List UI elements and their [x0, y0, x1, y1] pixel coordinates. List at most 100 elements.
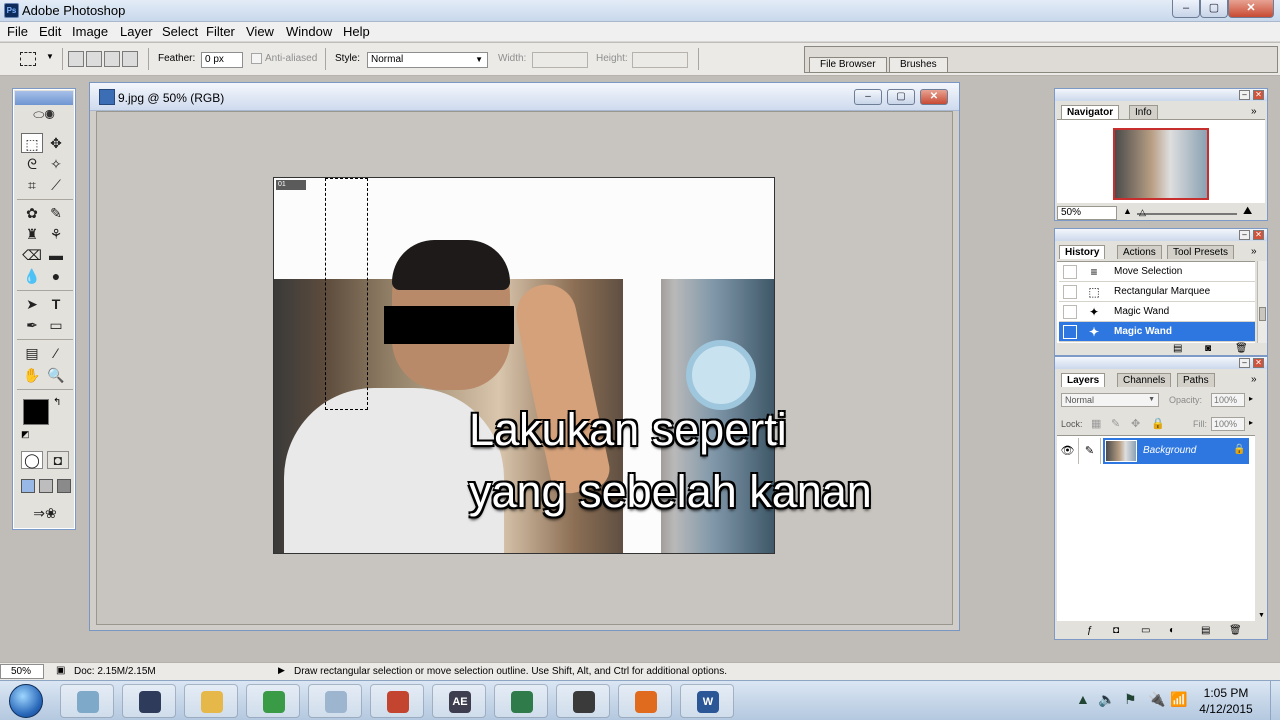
taskbar-app-calculator[interactable]	[308, 684, 362, 718]
standard-mode-icon[interactable]: ◯	[21, 451, 43, 469]
style-select[interactable]: Normal ▼	[367, 52, 488, 68]
restore-button[interactable]: ▢	[1200, 0, 1228, 18]
zoom-slider[interactable]	[1137, 213, 1237, 215]
hand-tool-icon[interactable]: ✋	[21, 365, 43, 385]
palette-close-button[interactable]: ✕	[1253, 230, 1264, 240]
trash-icon[interactable]: 🗑	[1229, 625, 1242, 636]
history-row[interactable]: ≡ Move Selection	[1059, 262, 1255, 282]
tab-history[interactable]: History	[1059, 245, 1106, 259]
foreground-color-swatch[interactable]	[23, 399, 49, 425]
history-snapshot-box[interactable]	[1063, 325, 1077, 339]
document-minimize-button[interactable]: –	[854, 89, 882, 105]
pen-tool-icon[interactable]: ✒	[21, 315, 43, 335]
shape-tool-icon[interactable]: ▭	[45, 315, 67, 335]
zoom-slider-thumb-icon[interactable]: △	[1139, 207, 1146, 218]
marquee-tool-icon[interactable]: ⬚	[21, 133, 43, 153]
anti-aliased-checkbox[interactable]	[251, 53, 262, 64]
history-snapshot-box[interactable]	[1063, 285, 1077, 299]
taskbar-app-chrome[interactable]	[246, 684, 300, 718]
zoom-in-icon[interactable]: ⛰	[1243, 205, 1252, 218]
minimize-button[interactable]: –	[1172, 0, 1200, 18]
default-colors-icon[interactable]: ◩	[21, 429, 30, 440]
type-tool-icon[interactable]: T	[45, 294, 67, 314]
zoom-tool-icon[interactable]: 🔍	[45, 365, 67, 385]
document-restore-button[interactable]: ▢	[887, 89, 915, 105]
taskbar-app-publisher[interactable]	[494, 684, 548, 718]
navigator-thumbnail[interactable]	[1113, 128, 1209, 200]
menu-view[interactable]: View	[246, 24, 274, 39]
taskbar-app-word[interactable]: W	[680, 684, 734, 718]
chevron-down-icon[interactable]: ▼	[46, 52, 54, 61]
eyedropper-tool-icon[interactable]: ⁄	[45, 343, 67, 363]
history-list[interactable]: ≡ Move Selection ⬚ Rectangular Marquee ✦…	[1057, 261, 1255, 343]
close-button[interactable]: ✕	[1228, 0, 1274, 18]
height-input[interactable]	[632, 52, 688, 68]
history-row-selected[interactable]: ✦ Magic Wand	[1059, 322, 1255, 342]
chevron-right-icon[interactable]: ▸	[1249, 394, 1253, 403]
eye-icon[interactable]: 👁	[1057, 438, 1079, 464]
taskbar-app-aftereffects[interactable]: AE	[432, 684, 486, 718]
action-center-icon[interactable]: ⚑	[1124, 691, 1137, 708]
fill-input[interactable]: 100%	[1211, 417, 1245, 431]
scrollbar-thumb[interactable]	[1259, 307, 1266, 321]
healing-brush-icon[interactable]: ✿	[21, 203, 43, 223]
layer-row-selected[interactable]: Background 🔒	[1103, 438, 1249, 464]
slice-tool-icon[interactable]: ⟋	[45, 175, 67, 195]
history-scrollbar[interactable]	[1257, 261, 1267, 343]
tab-actions[interactable]: Actions	[1117, 245, 1162, 259]
tab-navigator[interactable]: Navigator	[1061, 105, 1120, 119]
tab-info[interactable]: Info	[1129, 105, 1158, 119]
layer-style-icon[interactable]: ƒ	[1087, 625, 1093, 636]
quick-mask-icon[interactable]: ◘	[47, 451, 69, 469]
history-snapshot-box[interactable]	[1063, 305, 1077, 319]
lock-paint-icon[interactable]: ✎	[1111, 417, 1120, 430]
document-info-icon[interactable]: ▣	[56, 665, 65, 676]
path-selection-icon[interactable]: ➤	[21, 294, 43, 314]
subtract-selection-icon[interactable]	[104, 51, 120, 67]
new-snapshot-icon[interactable]: ◙	[1205, 343, 1211, 354]
eraser-tool-icon[interactable]: ⌫	[21, 245, 43, 265]
palette-minimize-button[interactable]: –	[1239, 90, 1250, 100]
dodge-tool-icon[interactable]: ●	[45, 266, 67, 286]
taskbar-app-explorer[interactable]	[184, 684, 238, 718]
screen-mode-full-icon[interactable]	[57, 479, 71, 493]
palette-header[interactable]	[1055, 229, 1267, 241]
gradient-tool-icon[interactable]: ▬	[45, 245, 67, 265]
palette-minimize-button[interactable]: –	[1239, 230, 1250, 240]
tab-tool-presets[interactable]: Tool Presets	[1167, 245, 1235, 259]
palette-menu-icon[interactable]: »	[1251, 106, 1257, 117]
adobe-online-icon[interactable]: ⬭◉	[19, 107, 69, 125]
volume-icon[interactable]: 🔈	[1098, 691, 1115, 708]
history-row[interactable]: ✦ Magic Wand	[1059, 302, 1255, 322]
taskbar-app-book[interactable]	[370, 684, 424, 718]
history-snapshot-box[interactable]	[1063, 265, 1077, 279]
taskbar-app-media[interactable]	[122, 684, 176, 718]
layer-mask-icon[interactable]: ◘	[1113, 625, 1119, 636]
palette-close-button[interactable]: ✕	[1253, 358, 1264, 368]
layer-name[interactable]: Background	[1143, 445, 1196, 456]
menu-layer[interactable]: Layer	[120, 24, 153, 39]
history-brush-icon[interactable]: ⚘	[45, 224, 67, 244]
opacity-input[interactable]: 100%	[1211, 393, 1245, 407]
scroll-down-icon[interactable]: ▼	[1258, 612, 1265, 619]
tab-layers[interactable]: Layers	[1061, 373, 1106, 387]
add-selection-icon[interactable]	[86, 51, 102, 67]
clone-stamp-icon[interactable]: ♜	[21, 224, 43, 244]
new-document-from-state-icon[interactable]: ▤	[1173, 343, 1182, 354]
brush-link-icon[interactable]: ✎	[1079, 438, 1101, 464]
menu-edit[interactable]: Edit	[39, 24, 61, 39]
document-info[interactable]: Doc: 2.15M/2.15M	[74, 666, 156, 677]
document-title-bar[interactable]: 9.jpg @ 50% (RGB) – ▢ ✕	[90, 83, 959, 111]
lock-move-icon[interactable]: ✥	[1131, 417, 1140, 430]
menu-image[interactable]: Image	[72, 24, 108, 39]
document-close-button[interactable]: ✕	[920, 89, 948, 105]
palette-menu-icon[interactable]: »	[1251, 246, 1257, 257]
palette-header[interactable]	[1055, 89, 1267, 101]
menu-help[interactable]: Help	[343, 24, 370, 39]
navigator-zoom-input[interactable]: 50%	[1057, 206, 1117, 220]
lasso-tool-icon[interactable]: ᘓ	[21, 154, 43, 174]
network-icon[interactable]: 📶	[1170, 691, 1187, 708]
palette-header[interactable]	[1055, 357, 1267, 369]
swap-colors-icon[interactable]: ↰	[53, 397, 61, 408]
menu-window[interactable]: Window	[286, 24, 332, 39]
